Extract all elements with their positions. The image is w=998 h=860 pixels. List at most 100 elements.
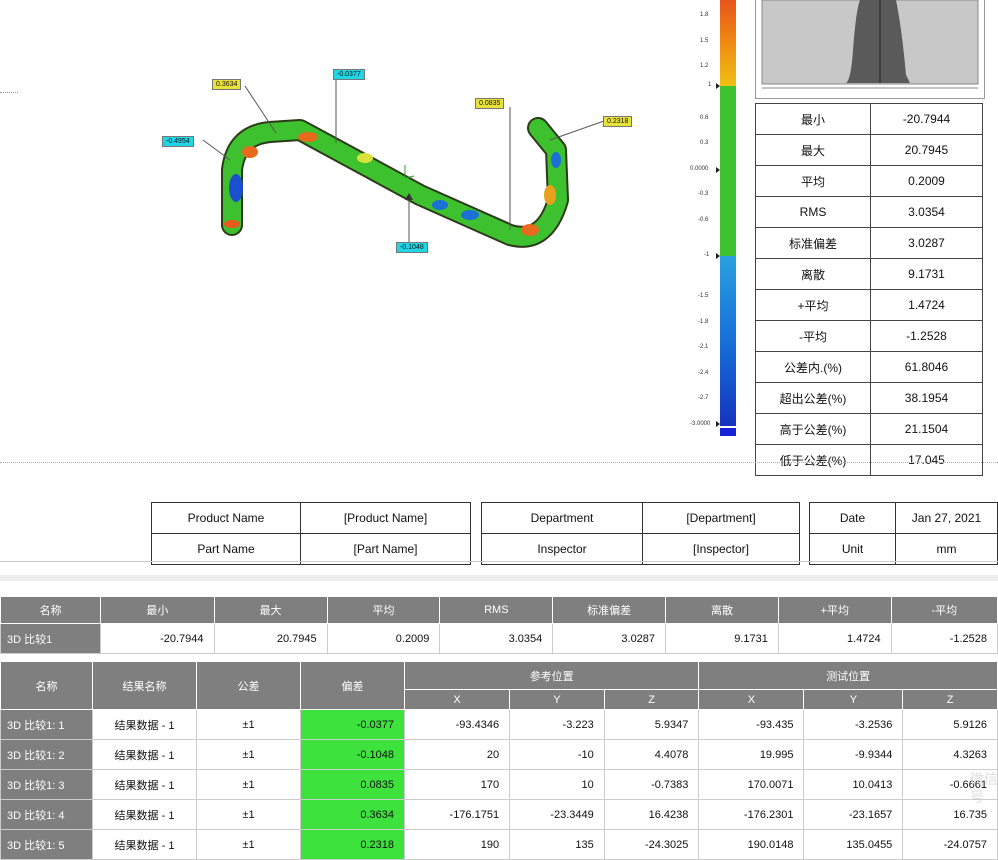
results-cell: 190.0148	[698, 829, 805, 860]
deviation-histogram	[755, 0, 985, 99]
stat-label: 高于公差(%)	[755, 413, 871, 445]
stat-value: 61.8046	[870, 351, 983, 383]
col-name[interactable]: 名称	[0, 661, 93, 710]
stat-value: 9.1731	[870, 258, 983, 290]
summary-cell: -20.7944	[100, 623, 215, 654]
inspector-label: Inspector	[481, 533, 643, 565]
callout-label[interactable]: 0.3634	[212, 79, 242, 90]
stat-label: 最小	[755, 103, 871, 135]
col-test-y[interactable]: Y	[803, 689, 904, 710]
summary-col-header[interactable]: 名称	[0, 596, 102, 624]
col-ref-x[interactable]: X	[403, 689, 511, 710]
inspector-value: [Inspector]	[642, 533, 800, 565]
summary-col-header[interactable]: 最大	[213, 596, 328, 624]
stat-value: 3.0354	[870, 196, 983, 228]
stats-row: +平均 1.4724	[755, 289, 983, 321]
col-tolerance[interactable]: 公差	[196, 661, 301, 710]
callout-label[interactable]: -0.4954	[162, 136, 194, 147]
callout-label[interactable]: 0.2318	[603, 116, 633, 127]
col-ref-z[interactable]: Z	[603, 689, 700, 710]
summary-col-header[interactable]: +平均	[777, 596, 892, 624]
scale-tick: -1	[704, 252, 710, 258]
col-test-z[interactable]: Z	[902, 689, 998, 710]
summary-col-header[interactable]: RMS	[439, 596, 554, 624]
stats-row: 平均 0.2009	[755, 165, 983, 197]
results-cell: 0.2318	[300, 829, 405, 860]
summary-cell: 3.0287	[552, 623, 667, 654]
scale-tick: 0.3	[700, 140, 709, 146]
scale-tick: -1.5	[698, 293, 709, 299]
results-cell: -24.0757	[902, 829, 998, 860]
stat-value: 17.045	[870, 444, 983, 476]
summary-cell: 3D 比较1	[0, 623, 102, 654]
table-row[interactable]: 3D 比较1: 3 结果数据 - 1 ±1 0.0835 170 10 -0.7383 170…	[0, 769, 998, 800]
col-test-x[interactable]: X	[698, 689, 805, 710]
scale-tick: -0.6	[698, 217, 709, 223]
results-cell: 3D 比较1: 5	[0, 829, 93, 860]
callout-label[interactable]: -0.1048	[396, 242, 428, 253]
stat-value: 3.0287	[870, 227, 983, 259]
results-cell: 5.9347	[603, 709, 700, 740]
scale-tick: 1.5	[700, 38, 709, 44]
table-row[interactable]: 3D 比较1: 5 结果数据 - 1 ±1 0.2318 190 135 -24.3025 1…	[0, 829, 998, 860]
summary-col-header[interactable]: -平均	[890, 596, 998, 624]
summary-col-header[interactable]: 平均	[326, 596, 441, 624]
callout-label[interactable]: -0.0377	[333, 69, 365, 80]
scale-tick: 0.0000	[690, 166, 709, 172]
part-name-label: Part Name	[151, 533, 301, 565]
summary-col-header[interactable]: 最小	[100, 596, 215, 624]
department-value: [Department]	[642, 502, 800, 534]
scale-tick: -2.4	[698, 370, 709, 376]
results-cell: 3D 比较1: 4	[0, 799, 93, 830]
col-result-name[interactable]: 结果名称	[92, 661, 197, 710]
stat-value: 1.4724	[870, 289, 983, 321]
3d-viewport[interactable]: 0.3634 -0.0377 -0.4954 0.0835 0.2318 -0.…	[0, 0, 690, 462]
table-row[interactable]: 3D 比较1: 4 结果数据 - 1 ±1 0.3634 -176.1751 -23.34…	[0, 799, 998, 830]
part-name-value: [Part Name]	[300, 533, 471, 565]
stats-row: RMS 3.0354	[755, 196, 983, 228]
stats-row: 公差内.(%) 61.8046	[755, 351, 983, 383]
results-cell: -9.9344	[803, 739, 904, 770]
col-test-position[interactable]: 测试位置	[698, 661, 998, 690]
results-cell: -0.7383	[603, 769, 700, 800]
results-cell: 3D 比较1: 2	[0, 739, 93, 770]
statistics-table: 最小 -20.7944 最大 20.7945 平均 0.2009 RMS 3.0354 标准偏差…	[755, 103, 983, 476]
scale-tick: 1.8	[700, 12, 709, 18]
stat-value: 20.7945	[870, 134, 983, 166]
summary-col-header[interactable]: 标准偏差	[552, 596, 667, 624]
results-cell: ±1	[196, 739, 301, 770]
unit-label: Unit	[809, 533, 896, 565]
date-label: Date	[809, 502, 896, 534]
table-row[interactable]: 3D 比较1: 2 结果数据 - 1 ±1 -0.1048 20 -10 4.4078 19.…	[0, 739, 998, 770]
results-cell: 结果数据 - 1	[92, 769, 197, 800]
results-cell: -23.3449	[509, 799, 605, 830]
results-cell: 结果数据 - 1	[92, 709, 197, 740]
stats-row: 离散 9.1731	[755, 258, 983, 290]
scale-tick: -0.3	[698, 191, 709, 197]
results-cell: 10.0413	[803, 769, 904, 800]
col-deviation[interactable]: 偏差	[300, 661, 405, 710]
col-ref-y[interactable]: Y	[509, 689, 605, 710]
results-cell: 135	[509, 829, 605, 860]
callout-label[interactable]: 0.0835	[475, 98, 505, 109]
summary-col-header[interactable]: 离散	[665, 596, 779, 624]
results-cell: -23.1657	[803, 799, 904, 830]
product-name-label: Product Name	[151, 502, 301, 534]
table-row[interactable]: 3D 比较1: 1 结果数据 - 1 ±1 -0.0377 -93.4346 -3.223…	[0, 709, 998, 740]
stat-label: RMS	[755, 196, 871, 228]
watermark: 微信号	[970, 771, 998, 805]
product-info-table: Product Name [Product Name] Part Name [P…	[151, 502, 471, 565]
stat-label: 平均	[755, 165, 871, 197]
results-cell: -93.435	[698, 709, 805, 740]
stat-label: 低于公差(%)	[755, 444, 871, 476]
scale-tick: -3.0000	[690, 421, 711, 427]
results-cell: ±1	[196, 799, 301, 830]
results-cell: 170.0071	[698, 769, 805, 800]
results-cell: -3.2536	[803, 709, 904, 740]
col-reference-position[interactable]: 参考位置	[403, 661, 700, 690]
summary-cell: 9.1731	[665, 623, 779, 654]
results-cell: 135.0455	[803, 829, 904, 860]
department-info-table: Department [Department] Inspector [Inspe…	[481, 502, 800, 565]
results-cell: -0.1048	[300, 739, 405, 770]
summary-cell: 20.7945	[213, 623, 328, 654]
